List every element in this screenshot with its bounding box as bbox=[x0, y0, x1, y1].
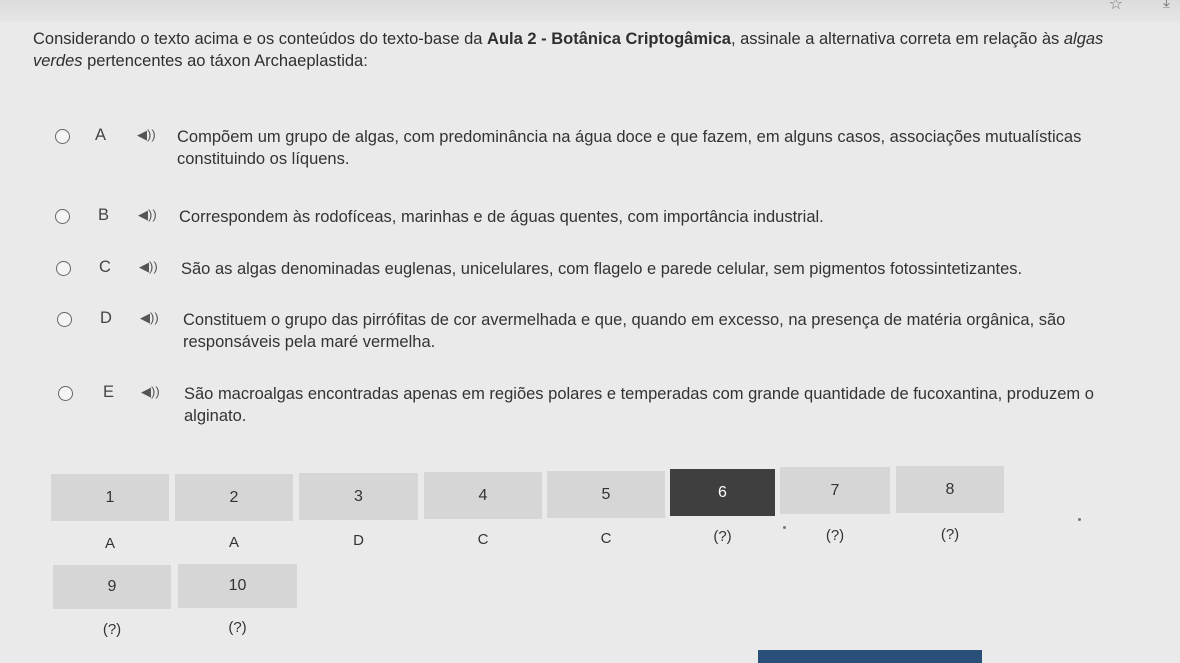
radio-option-d[interactable] bbox=[57, 312, 72, 327]
question-nav-1[interactable]: 1 bbox=[51, 474, 169, 521]
question-nav-9[interactable]: 9 bbox=[53, 565, 171, 609]
question-nav-5[interactable]: 5 bbox=[547, 471, 665, 518]
question-answer-2: A bbox=[228, 533, 239, 551]
option-letter: A bbox=[95, 126, 107, 144]
option-text: São as algas denominadas euglenas, unice… bbox=[181, 260, 1023, 278]
speaker-icon[interactable]: ◀)) bbox=[141, 384, 160, 400]
option-text: São macroalgas encontradas apenas em reg… bbox=[184, 385, 1094, 425]
question-middle: , assinale a alternativa correta em rela… bbox=[730, 30, 1064, 48]
question-text: Considerando o texto acima e os conteúdo… bbox=[33, 28, 1173, 72]
stray-dot bbox=[783, 526, 786, 529]
option-text: Correspondem às rodofíceas, marinhas e d… bbox=[179, 208, 824, 226]
radio-option-e[interactable] bbox=[58, 386, 73, 401]
radio-option-a[interactable] bbox=[55, 129, 70, 144]
question-answer-7: (?) bbox=[825, 526, 845, 544]
question-nav-6[interactable]: 6 bbox=[670, 469, 775, 516]
question-answer-9: (?) bbox=[102, 620, 122, 638]
question-nav-4[interactable]: 4 bbox=[424, 472, 542, 519]
option-text: Compõem um grupo de algas, com predominâ… bbox=[177, 128, 1082, 168]
question-lesson-title: Aula 2 - Botânica Criptogâmica bbox=[487, 30, 731, 48]
stray-dot bbox=[1078, 518, 1081, 521]
question-prefix: Considerando o texto acima e os conteúdo… bbox=[33, 30, 488, 48]
speaker-icon[interactable]: ◀)) bbox=[140, 310, 159, 326]
browser-top-strip: ☆ ⤓ bbox=[0, 0, 1180, 22]
top-icons: ☆ ⤓ bbox=[1109, 0, 1170, 14]
option-letter: B bbox=[98, 206, 110, 224]
radio-option-b[interactable] bbox=[55, 209, 70, 224]
question-suffix: pertencentes ao táxon Archaeplastida: bbox=[82, 52, 368, 70]
question-nav-8[interactable]: 8 bbox=[896, 466, 1004, 513]
question-answer-6: (?) bbox=[713, 527, 732, 545]
option-letter: D bbox=[100, 309, 112, 327]
download-icon[interactable]: ⤓ bbox=[1163, 0, 1170, 14]
speaker-icon[interactable]: ◀)) bbox=[137, 127, 156, 143]
question-nav-7[interactable]: 7 bbox=[780, 467, 890, 514]
question-italic-verdes: verdes bbox=[33, 52, 83, 70]
speaker-icon[interactable]: ◀)) bbox=[138, 207, 157, 223]
option-letter: E bbox=[103, 383, 115, 401]
star-icon[interactable]: ☆ bbox=[1109, 0, 1123, 14]
question-answer-3: D bbox=[353, 531, 364, 549]
question-nav-2[interactable]: 2 bbox=[175, 474, 293, 521]
question-nav-10[interactable]: 10 bbox=[178, 564, 297, 608]
question-answer-4: C bbox=[477, 530, 489, 548]
question-answer-5: C bbox=[600, 529, 612, 547]
question-answer-1: A bbox=[104, 534, 115, 552]
question-answer-10: (?) bbox=[228, 618, 247, 636]
option-letter: C bbox=[99, 258, 111, 276]
bottom-action-button[interactable] bbox=[758, 650, 982, 663]
question-italic-algas: algas bbox=[1063, 30, 1104, 48]
speaker-icon[interactable]: ◀)) bbox=[139, 259, 158, 275]
option-text: Constituem o grupo das pirrófitas de cor… bbox=[183, 311, 1066, 351]
radio-option-c[interactable] bbox=[56, 261, 71, 276]
question-nav-3[interactable]: 3 bbox=[299, 473, 418, 520]
question-answer-8: (?) bbox=[940, 525, 960, 543]
